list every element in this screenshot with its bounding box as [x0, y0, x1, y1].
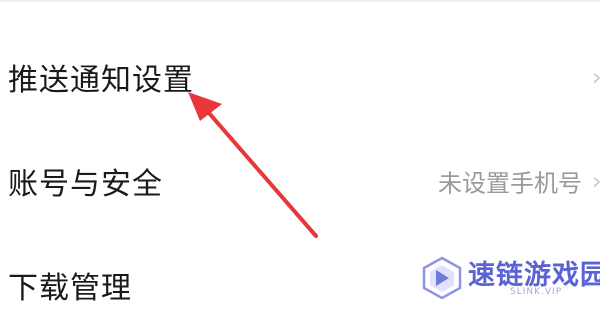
settings-item-label: 下载管理 [8, 271, 132, 306]
chevron-right-icon: › [592, 62, 600, 92]
settings-item-push-notifications[interactable]: 推送通知设置 › [0, 42, 600, 112]
settings-item-label: 推送通知设置 [8, 63, 194, 98]
chevron-right-icon: › [592, 166, 600, 196]
watermark-subtitle: SLINK.VIP [510, 287, 563, 297]
settings-item-account-security[interactable]: 账号与安全 未设置手机号 › [0, 146, 600, 216]
top-divider [0, 0, 600, 2]
settings-item-label: 账号与安全 [8, 167, 163, 202]
watermark-logo-icon [422, 256, 462, 300]
watermark: 速链游戏园 SLINK.VIP [418, 253, 600, 301]
settings-item-value: 未设置手机号 [438, 169, 582, 198]
